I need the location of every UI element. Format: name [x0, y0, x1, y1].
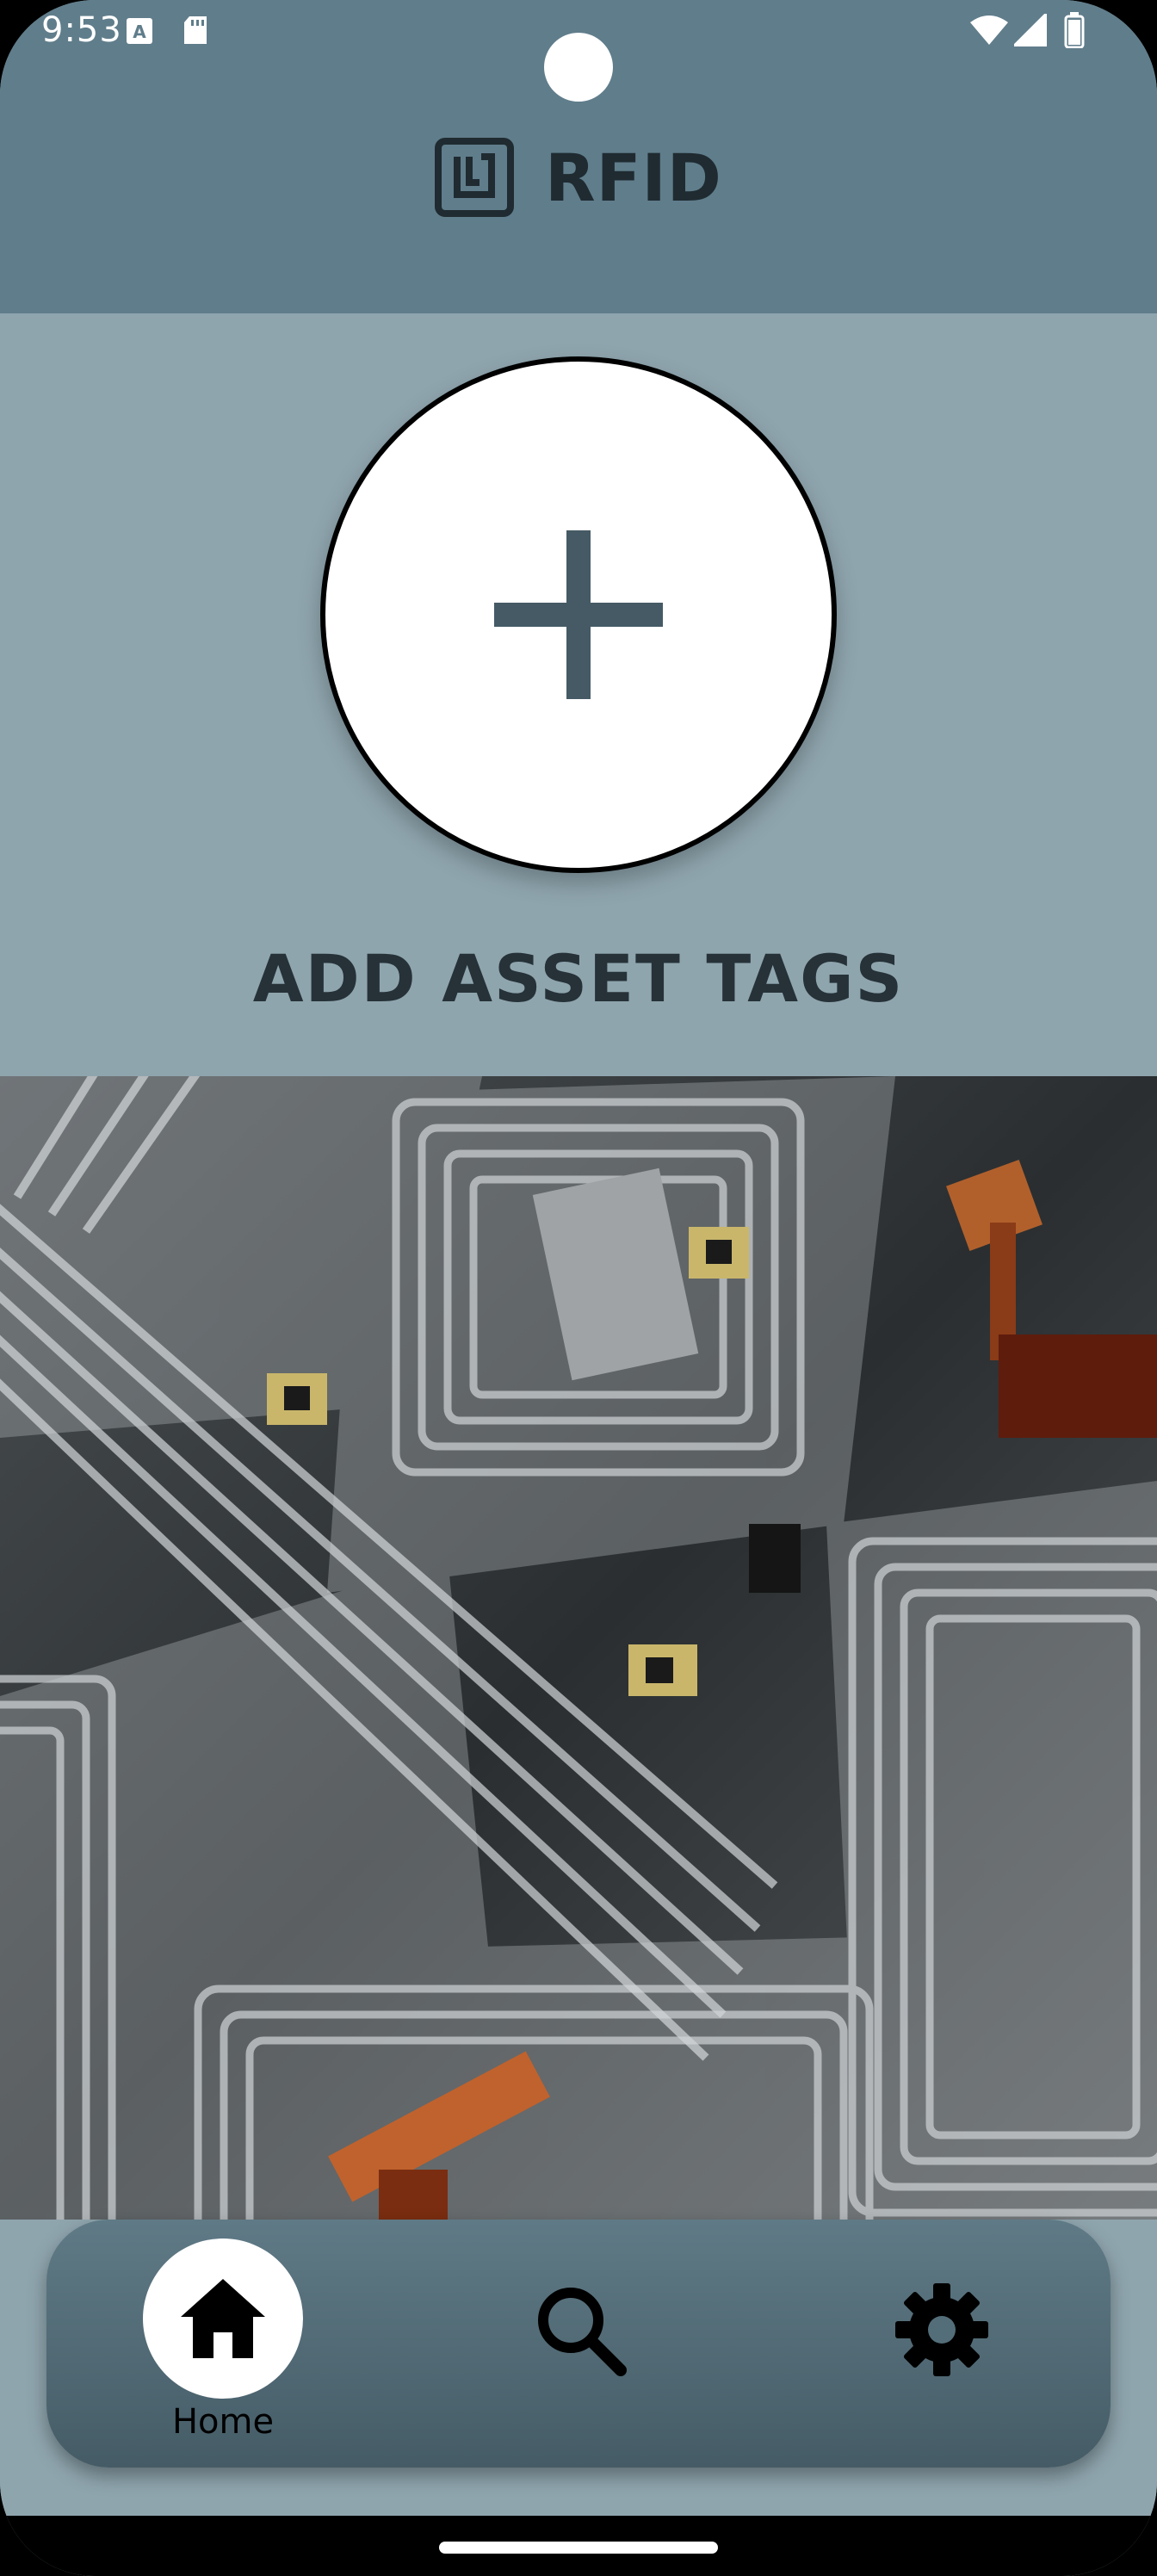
battery-icon: [1064, 12, 1085, 48]
sd-card-icon: [184, 16, 207, 44]
camera-cutout: [544, 33, 613, 102]
search-icon: [538, 2288, 627, 2376]
brand: RFID: [0, 138, 1157, 217]
rfid-tag-icon: [435, 138, 515, 217]
bottom-navigation: Home: [46, 2220, 1111, 2468]
home-icon: [181, 2279, 265, 2358]
app-bar: 9:53 A RFID: [0, 0, 1157, 313]
status-time: 9:53: [41, 10, 122, 50]
gear-icon: [895, 2283, 988, 2376]
nav-home[interactable]: Home: [46, 2220, 399, 2468]
nav-settings[interactable]: [804, 2220, 1080, 2468]
nav-search-icon-wrap: [442, 2220, 718, 2440]
rfid-illustration: [0, 1076, 1157, 2220]
nav-home-indicator: [143, 2239, 303, 2399]
app-title: RFID: [545, 139, 722, 216]
add-asset-button[interactable]: [320, 356, 837, 873]
add-asset-section: ADD ASSET TAGS: [0, 313, 1157, 1076]
svg-text:A: A: [133, 22, 146, 42]
nav-home-label: Home: [171, 2402, 275, 2442]
plus-icon: [494, 530, 663, 699]
nav-settings-icon-wrap: [804, 2220, 1080, 2440]
add-asset-label: ADD ASSET TAGS: [252, 940, 905, 1017]
signal-icon: [1014, 14, 1047, 46]
gesture-handle[interactable]: [439, 2542, 718, 2554]
nav-search[interactable]: [442, 2220, 718, 2468]
a11y-icon: A: [127, 18, 152, 44]
app-screen: 9:53 A RFID ADD ASSET TAGS Home: [0, 0, 1157, 2576]
wifi-icon: [970, 15, 1008, 45]
rfid-tags-image: [0, 1076, 1157, 2220]
